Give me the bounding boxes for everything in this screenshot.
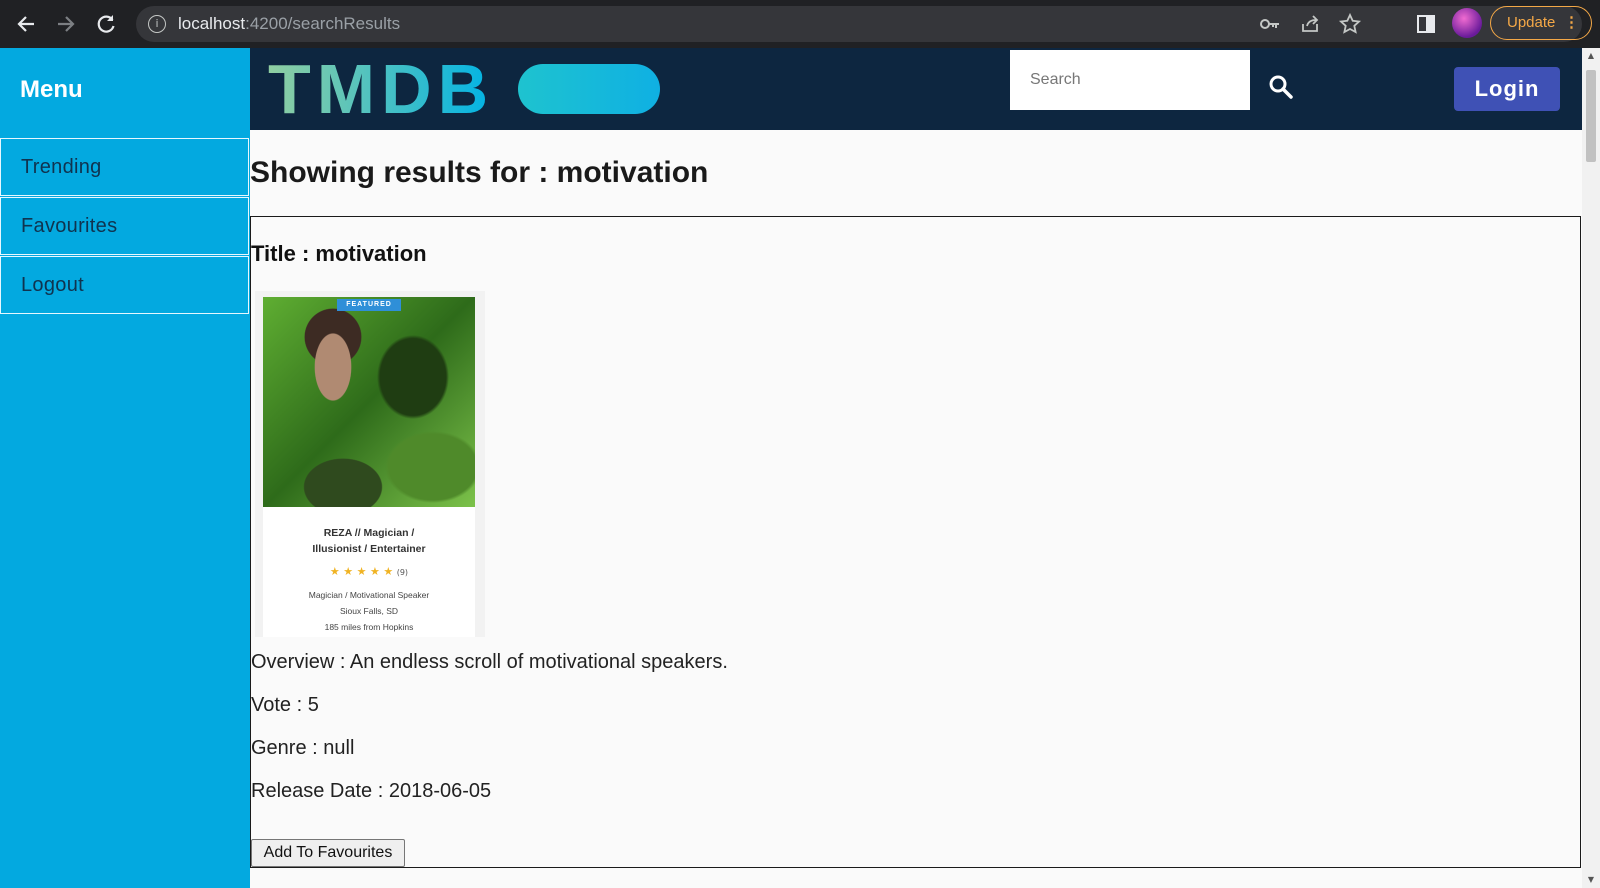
search-input[interactable] [1010,50,1250,110]
poster-photo [263,297,475,507]
browser-toolbar: i localhost:4200/searchResults Update ⋮ [0,0,1600,48]
star-icon[interactable] [1338,12,1362,36]
result-title: Title : motivation [251,241,427,266]
top-header: TMDB Login [250,48,1582,130]
genre-text: Genre : null [251,737,355,759]
scroll-down-icon[interactable]: ▼ [1582,872,1600,888]
scroll-up-icon[interactable]: ▲ [1582,48,1600,64]
sidebar-item-trending[interactable]: Trending [0,138,249,196]
profile-avatar[interactable] [1452,8,1482,38]
login-button[interactable]: Login [1454,67,1560,111]
poster-rating: ★ ★ ★ ★ ★ (9) [329,565,409,578]
scroll-thumb[interactable] [1586,70,1596,162]
poster-meta: Magician / Motivational Speaker Sioux Fa… [308,590,430,632]
forward-icon[interactable] [52,10,80,38]
menu-title: Menu [20,76,83,103]
results-heading: Showing results for : motivation [250,156,709,189]
share-icon[interactable] [1298,12,1322,36]
update-button[interactable]: Update ⋮ [1490,6,1592,40]
sidebar: Menu Trending Favourites Logout [0,48,250,888]
tmdb-logo[interactable]: TMDB [268,52,494,126]
poster-image: FEATURED REZA // Magician / Illusionist … [263,297,475,637]
featured-badge: FEATURED [337,299,401,311]
release-date-text: Release Date : 2018-06-05 [251,780,492,802]
poster-name: REZA // Magician / Illusionist / Enterta… [312,527,426,555]
url-text[interactable]: localhost:4200/searchResults [178,6,400,42]
result-card: Title : motivation FEATURED REZA // Magi… [250,216,1581,868]
page-scrollbar[interactable]: ▲ ▼ [1582,48,1600,888]
movie-poster: FEATURED REZA // Magician / Illusionist … [255,291,485,637]
overview-text: Overview : An endless scroll of motivati… [251,651,728,673]
side-panel-icon[interactable] [1414,12,1438,36]
back-icon[interactable] [12,10,40,38]
sidebar-item-logout[interactable]: Logout [0,256,249,314]
add-to-favourites-button[interactable]: Add To Favourites [251,839,405,867]
logo-pill [518,64,660,114]
info-icon[interactable]: i [148,15,166,33]
vote-text: Vote : 5 [251,694,319,716]
sidebar-item-favourites[interactable]: Favourites [0,197,249,255]
key-icon[interactable] [1258,12,1282,36]
address-bar[interactable]: i localhost:4200/searchResults [136,6,1582,42]
more-icon[interactable]: ⋮ [1564,7,1579,38]
search-icon[interactable] [1264,70,1298,104]
reload-icon[interactable] [92,10,120,38]
